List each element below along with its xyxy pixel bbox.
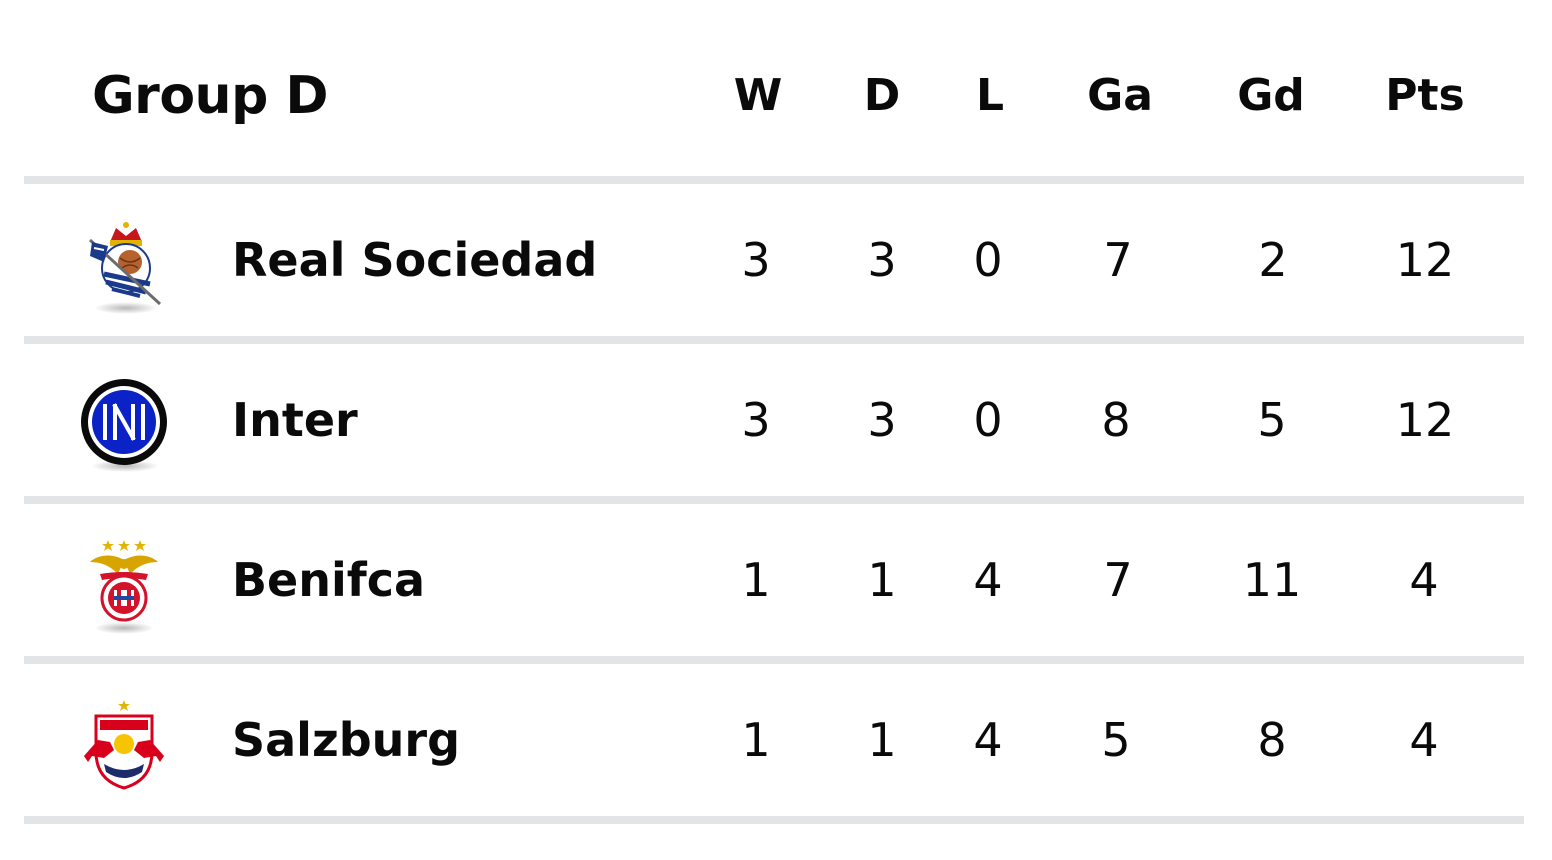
header-d: D [863, 70, 901, 121]
table-row[interactable]: Benifca 1 1 4 7 11 4 [24, 504, 1524, 656]
cell-pts: 4 [1409, 713, 1439, 767]
cell-ga: 5 [1101, 713, 1131, 767]
header-l: L [975, 70, 1005, 121]
divider [24, 496, 1524, 504]
divider [24, 176, 1524, 184]
group-title: Group D [92, 66, 329, 126]
team-name: Benifca [232, 553, 426, 607]
cell-ga: 7 [1103, 553, 1133, 607]
cell-l: 4 [973, 553, 1003, 607]
cell-pts: 12 [1395, 233, 1455, 287]
cell-pts: 12 [1395, 393, 1455, 447]
divider [24, 656, 1524, 664]
cell-gd: 8 [1257, 713, 1287, 767]
cell-l: 4 [973, 713, 1003, 767]
cell-gd: 5 [1257, 393, 1287, 447]
cell-d: 3 [867, 393, 897, 447]
cell-d: 1 [867, 553, 897, 607]
table-row[interactable]: Salzburg 1 1 4 5 8 4 [24, 664, 1524, 816]
cell-w: 3 [741, 233, 771, 287]
team-name: Inter [232, 393, 358, 447]
cell-l: 0 [973, 393, 1003, 447]
cell-pts: 4 [1409, 553, 1439, 607]
cell-w: 3 [741, 393, 771, 447]
cell-w: 1 [741, 713, 771, 767]
cell-l: 0 [973, 233, 1003, 287]
cell-gd: 2 [1258, 233, 1288, 287]
cell-gd: 11 [1242, 553, 1302, 607]
table-row[interactable]: Real Sociedad 3 3 0 7 2 12 [24, 184, 1524, 336]
cell-ga: 8 [1101, 393, 1131, 447]
salzburg-crest-icon [80, 698, 170, 794]
header-ga: Ga [1087, 70, 1153, 121]
divider [24, 816, 1524, 824]
cell-d: 3 [867, 233, 897, 287]
header-pts: Pts [1385, 70, 1465, 121]
team-name: Salzburg [232, 713, 461, 767]
cell-d: 1 [867, 713, 897, 767]
header-w: W [733, 70, 783, 121]
real-sociedad-crest-icon [80, 218, 170, 314]
cell-ga: 7 [1103, 233, 1133, 287]
divider [24, 336, 1524, 344]
header-gd: Gd [1237, 70, 1305, 121]
table-row[interactable]: Inter 3 3 0 8 5 12 [24, 344, 1524, 496]
benfica-crest-icon [80, 538, 170, 634]
team-name: Real Sociedad [232, 233, 598, 287]
cell-w: 1 [741, 553, 771, 607]
inter-crest-icon [80, 378, 170, 474]
